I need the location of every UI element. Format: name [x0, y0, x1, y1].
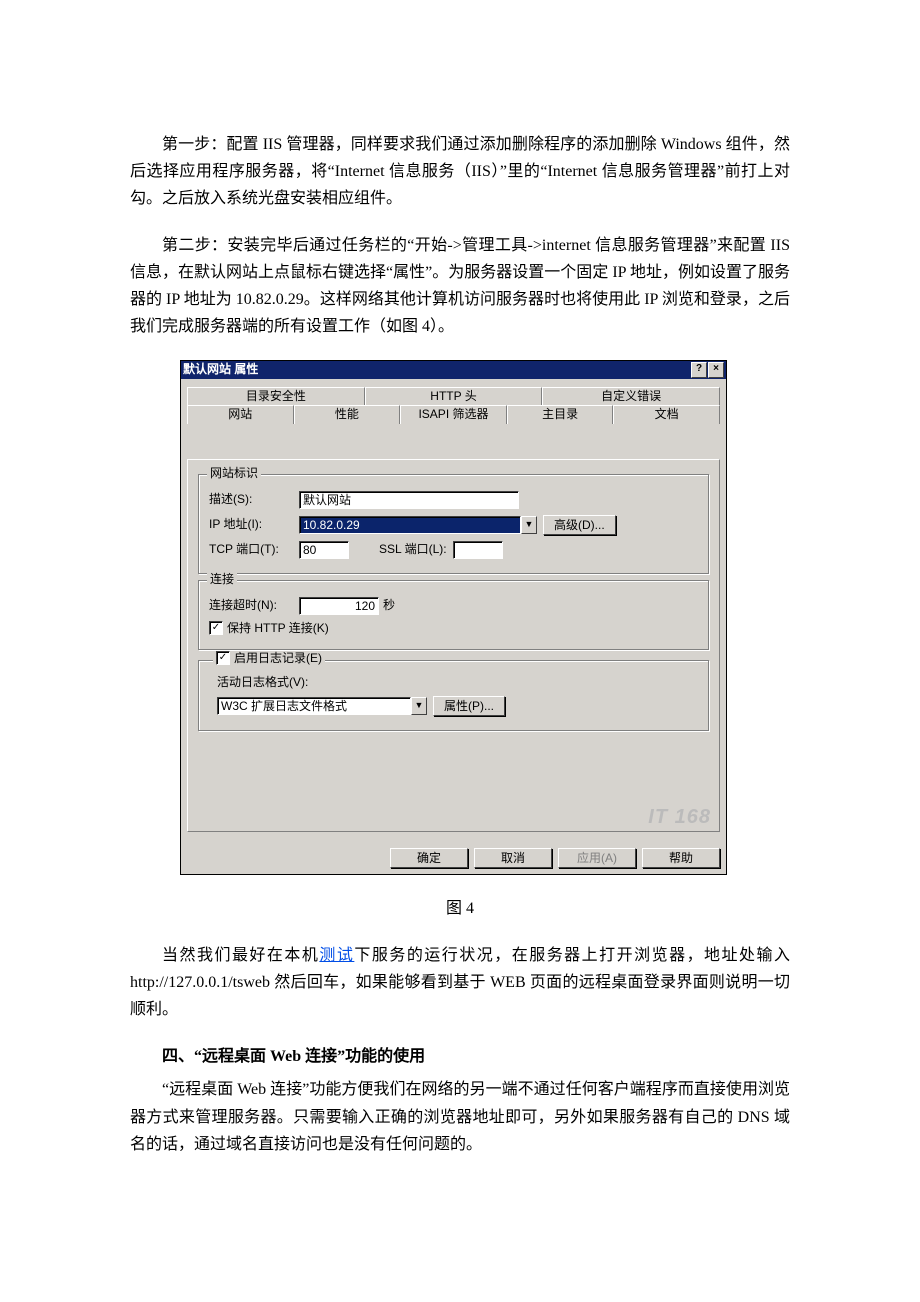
enable-log-label: 启用日志记录(E) [234, 651, 322, 665]
keep-alive-label: 保持 HTTP 连接(K) [227, 621, 329, 635]
paragraph-test: 当然我们最好在本机测试下服务的运行状况，在服务器上打开浏览器，地址处输入 htt… [130, 942, 790, 1024]
tab-content: 网站标识 描述(S): 默认网站 IP 地址(I): 10.82.0.29 ▼ [187, 459, 720, 832]
close-icon[interactable]: × [708, 362, 724, 378]
tab-http-headers[interactable]: HTTP 头 [365, 387, 543, 406]
log-format-label: 活动日志格式(V): [217, 675, 698, 689]
tab-home-dir[interactable]: 主目录 [507, 405, 614, 424]
description-input[interactable]: 默认网站 [299, 491, 519, 509]
tab-isapi[interactable]: ISAPI 筛选器 [400, 405, 507, 424]
tab-documents[interactable]: 文档 [613, 405, 720, 424]
log-format-combo[interactable]: W3C 扩展日志文件格式 ▼ [217, 697, 427, 715]
group-connection-title: 连接 [207, 572, 237, 586]
apply-button[interactable]: 应用(A) [558, 848, 636, 868]
help-icon[interactable]: ? [691, 362, 707, 378]
advanced-button[interactable]: 高级(D)... [543, 515, 616, 535]
p3-part-a: 当然我们最好在本机 [162, 947, 319, 964]
properties-dialog: 默认网站 属性 ? × 目录安全性 HTTP 头 自定义错误 网站 性能 [180, 360, 727, 875]
timeout-unit: 秒 [383, 598, 395, 612]
tab-website[interactable]: 网站 [187, 405, 294, 424]
timeout-label: 连接超时(N): [209, 598, 299, 612]
group-logging: ✓ 启用日志记录(E) 活动日志格式(V): W3C 扩展日志文件格式 ▼ [198, 660, 709, 731]
log-properties-button[interactable]: 属性(P)... [433, 696, 505, 716]
keep-alive-checkbox[interactable]: ✓ [209, 621, 223, 635]
dialog-title: 默认网站 属性 [183, 362, 258, 376]
ip-label: IP 地址(I): [209, 517, 299, 531]
paragraph-section4: “远程桌面 Web 连接”功能方便我们在网络的另一端不通过任何客户端程序而直接使… [130, 1076, 790, 1158]
ssl-port-input[interactable] [453, 541, 503, 559]
tcp-port-input[interactable]: 80 [299, 541, 349, 559]
ip-input[interactable]: 10.82.0.29 [299, 516, 521, 534]
ssl-port-label: SSL 端口(L): [379, 542, 447, 556]
ip-combo[interactable]: 10.82.0.29 ▼ [299, 516, 537, 534]
chevron-down-icon[interactable]: ▼ [521, 516, 537, 534]
chevron-down-icon[interactable]: ▼ [411, 697, 427, 715]
tab-strip: 目录安全性 HTTP 头 自定义错误 网站 性能 ISAPI 筛选器 主目录 文… [187, 387, 720, 423]
group-connection: 连接 连接超时(N): 120 秒 ✓ 保持 HTTP 连接(K) [198, 580, 709, 650]
log-format-value[interactable]: W3C 扩展日志文件格式 [217, 697, 411, 715]
description-label: 描述(S): [209, 492, 299, 506]
group-site-id-title: 网站标识 [207, 466, 261, 480]
figure-caption: 图 4 [130, 895, 790, 922]
cancel-button[interactable]: 取消 [474, 848, 552, 868]
timeout-input[interactable]: 120 [299, 597, 379, 615]
watermark: IT 168 [648, 805, 711, 829]
tab-custom-errors[interactable]: 自定义错误 [542, 387, 720, 406]
dialog-body: 目录安全性 HTTP 头 自定义错误 网站 性能 ISAPI 筛选器 主目录 文… [181, 379, 726, 840]
help-button[interactable]: 帮助 [642, 848, 720, 868]
group-site-id: 网站标识 描述(S): 默认网站 IP 地址(I): 10.82.0.29 ▼ [198, 474, 709, 574]
paragraph-step1: 第一步：配置 IIS 管理器，同样要求我们通过添加删除程序的添加删除 Windo… [130, 131, 790, 213]
tab-dir-security[interactable]: 目录安全性 [187, 387, 365, 406]
ok-button[interactable]: 确定 [390, 848, 468, 868]
test-link[interactable]: 测试 [319, 947, 354, 964]
enable-log-checkbox[interactable]: ✓ [216, 651, 230, 665]
dialog-button-row: 确定 取消 应用(A) 帮助 [181, 840, 726, 874]
dialog-screenshot: 默认网站 属性 ? × 目录安全性 HTTP 头 自定义错误 网站 性能 [180, 360, 790, 875]
dialog-titlebar: 默认网站 属性 ? × [181, 361, 726, 379]
paragraph-step2: 第二步：安装完毕后通过任务栏的“开始->管理工具->internet 信息服务管… [130, 232, 790, 341]
document-page: 第一步：配置 IIS 管理器，同样要求我们通过添加删除程序的添加删除 Windo… [0, 0, 920, 1302]
tcp-port-label: TCP 端口(T): [209, 542, 299, 556]
tab-performance[interactable]: 性能 [294, 405, 401, 424]
section-4-heading: 四、“远程桌面 Web 连接”功能的使用 [130, 1043, 790, 1070]
